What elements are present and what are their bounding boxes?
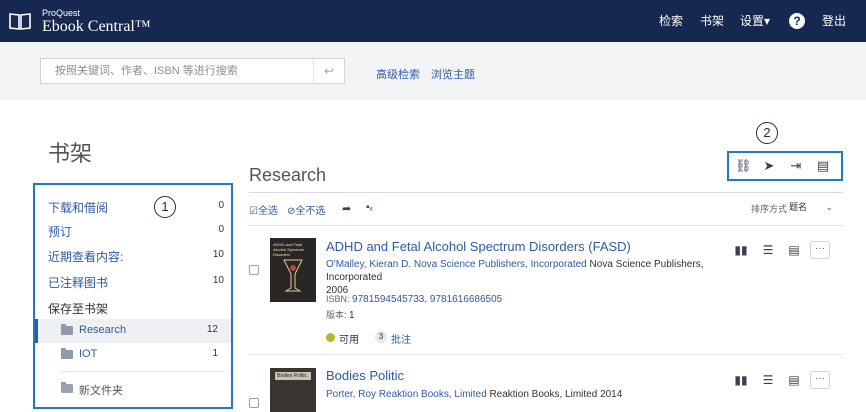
sidebar-item-count: 0 xyxy=(218,224,224,235)
book-publisher-link[interactable]: Nova Science Publishers, Incorporated xyxy=(414,259,587,270)
comment-icon[interactable]: ▤ xyxy=(816,159,830,173)
callout-two: 2 xyxy=(756,122,778,144)
top-navigation-bar: ProQuest Ebook Central™ 检索 书架 设置▾ ? 登出 xyxy=(0,0,866,42)
sidebar-divider xyxy=(61,371,225,372)
nav-logout[interactable]: 登出 xyxy=(822,0,846,42)
book-cover[interactable]: Bodies Politic xyxy=(270,368,316,412)
folder-label: Research xyxy=(79,324,127,336)
notes-link[interactable]: 批注 xyxy=(391,331,411,346)
isbn-value: 9781594545733, 9781616686505 xyxy=(352,294,503,305)
sidebar-item-count: 10 xyxy=(212,275,224,286)
advanced-search-link[interactable]: 高级检索 xyxy=(376,66,420,82)
availability-dot xyxy=(326,333,335,342)
folder-icon xyxy=(61,348,73,359)
cover-title: Bodies Politic xyxy=(277,373,308,379)
folder-count: 12 xyxy=(206,324,218,335)
read-book-icon[interactable]: ▮▮ xyxy=(734,243,748,257)
shelf-actions-toolbar: ⛓ ➤ ⇥ ▤ xyxy=(727,151,843,181)
sort-value: 题名 xyxy=(789,202,808,212)
book-publisher-link[interactable]: Reaktion Books, Limited xyxy=(379,389,487,400)
isbn-label: ISBN: xyxy=(326,294,350,304)
book-meta: Porter, Roy Reaktion Books, Limited Reak… xyxy=(326,388,706,401)
move-icon[interactable]: ➦ xyxy=(342,202,351,215)
book-checkbox[interactable] xyxy=(249,398,259,408)
sidebar-item-annotated[interactable]: 已注释图书 10 xyxy=(48,274,224,291)
sidebar: 下载和借阅 0 预订 0 近期查看内容: 10 已注释图书 10 保存至书架 R… xyxy=(33,183,233,409)
book-publisher: Reaktion Books, Limited xyxy=(489,389,598,400)
sidebar-item-count: 0 xyxy=(218,200,224,211)
brand-proquest: ProQuest xyxy=(42,8,81,18)
more-actions-button[interactable]: ··· xyxy=(810,241,830,259)
book-title-link[interactable]: Bodies Politic xyxy=(326,368,404,383)
sidebar-item-label: 已注释图书 xyxy=(48,276,109,290)
export-icon[interactable]: ⇥ xyxy=(789,159,803,173)
book-author-link[interactable]: O'Malley, Kieran D. xyxy=(326,259,411,270)
chevron-down-icon: ⌄ xyxy=(825,202,833,212)
book-cover[interactable]: ADHD and Fetal Alcohol Spectrum Disorder… xyxy=(270,238,316,302)
read-book-icon[interactable]: ▮▮ xyxy=(734,373,748,387)
book-isbn: ISBN: 9781594545733, 9781616686505 xyxy=(326,294,502,305)
browse-subjects-link[interactable]: 浏览主题 xyxy=(431,66,475,82)
folder-label: IOT xyxy=(79,348,98,360)
search-submit-icon[interactable]: ↩ xyxy=(313,59,344,83)
book-author-link[interactable]: Porter, Roy xyxy=(326,389,376,400)
nav-search[interactable]: 检索 xyxy=(659,0,683,42)
comment-icon[interactable]: ▤ xyxy=(787,373,801,387)
brand-ebook-central[interactable]: Ebook Central™ xyxy=(42,18,151,36)
toc-icon[interactable]: ☰ xyxy=(761,373,775,387)
book-logo-icon[interactable] xyxy=(8,11,32,31)
more-actions-button[interactable]: ··· xyxy=(810,371,830,389)
sort-label: 排序方式 xyxy=(751,204,788,214)
book-checkbox[interactable] xyxy=(249,265,259,275)
cover-illustration xyxy=(283,259,303,292)
search-input[interactable] xyxy=(41,59,313,83)
send-icon[interactable]: ➤ xyxy=(762,159,776,173)
main-divider xyxy=(249,192,843,193)
search-box: ↩ xyxy=(40,58,345,84)
select-all-link[interactable]: ☑全选 xyxy=(249,202,278,217)
comment-icon[interactable]: ▤ xyxy=(787,243,801,257)
search-band: ↩ 高级检索 浏览主题 xyxy=(0,42,866,100)
sidebar-item-recently-viewed[interactable]: 近期查看内容: 10 xyxy=(48,248,224,265)
notes-count-badge: 3 xyxy=(375,331,387,343)
callout-one: 1 xyxy=(154,196,176,218)
nav-settings-dropdown[interactable]: 设置▾ xyxy=(740,0,770,42)
new-folder-label: 新文件夹 xyxy=(79,385,123,397)
sidebar-folder-iot[interactable]: IOT 1 xyxy=(35,343,231,367)
nav-bookshelf[interactable]: 书架 xyxy=(700,0,724,42)
sidebar-saved-heading: 保存至书架 xyxy=(48,302,109,316)
help-icon[interactable]: ? xyxy=(789,13,805,29)
edition-value: 1 xyxy=(349,310,355,321)
book-year: 2014 xyxy=(600,389,623,400)
sidebar-item-count: 10 xyxy=(212,249,224,260)
remove-icon[interactable]: ▪ₓ xyxy=(366,202,373,213)
sidebar-item-label: 下载和借阅 xyxy=(48,201,109,215)
page-title: 书架 xyxy=(48,141,93,166)
row-divider xyxy=(249,225,843,226)
cover-title: ADHD and Fetal Alcohol Spectrum Disorder… xyxy=(273,242,305,257)
book-title-link[interactable]: ADHD and Fetal Alcohol Spectrum Disorder… xyxy=(326,239,631,254)
select-none-link[interactable]: ⊘全不选 xyxy=(287,202,325,217)
folder-count: 1 xyxy=(212,348,218,359)
availability-label: 可用 xyxy=(339,335,359,346)
folder-title: Research xyxy=(249,165,327,185)
link-icon[interactable]: ⛓ xyxy=(735,159,752,173)
row-divider xyxy=(249,354,843,355)
toc-icon[interactable]: ☰ xyxy=(761,243,775,257)
sort-select[interactable]: 题名 ⌄ xyxy=(786,199,835,215)
sidebar-item-downloads[interactable]: 下载和借阅 0 xyxy=(48,199,224,216)
sidebar-new-folder[interactable]: 新文件夹 xyxy=(35,377,231,401)
edition-label: 版本: xyxy=(326,310,347,320)
folder-icon xyxy=(61,324,73,335)
sidebar-item-label: 近期查看内容: xyxy=(48,250,124,264)
sidebar-item-label: 预订 xyxy=(48,225,73,239)
sidebar-folder-research[interactable]: Research 12 xyxy=(35,319,231,343)
book-edition: 版本: 1 xyxy=(326,308,355,321)
sidebar-item-reservations[interactable]: 预订 0 xyxy=(48,223,224,240)
new-folder-icon xyxy=(61,382,73,393)
book-meta: O'Malley, Kieran D. Nova Science Publish… xyxy=(326,258,706,297)
